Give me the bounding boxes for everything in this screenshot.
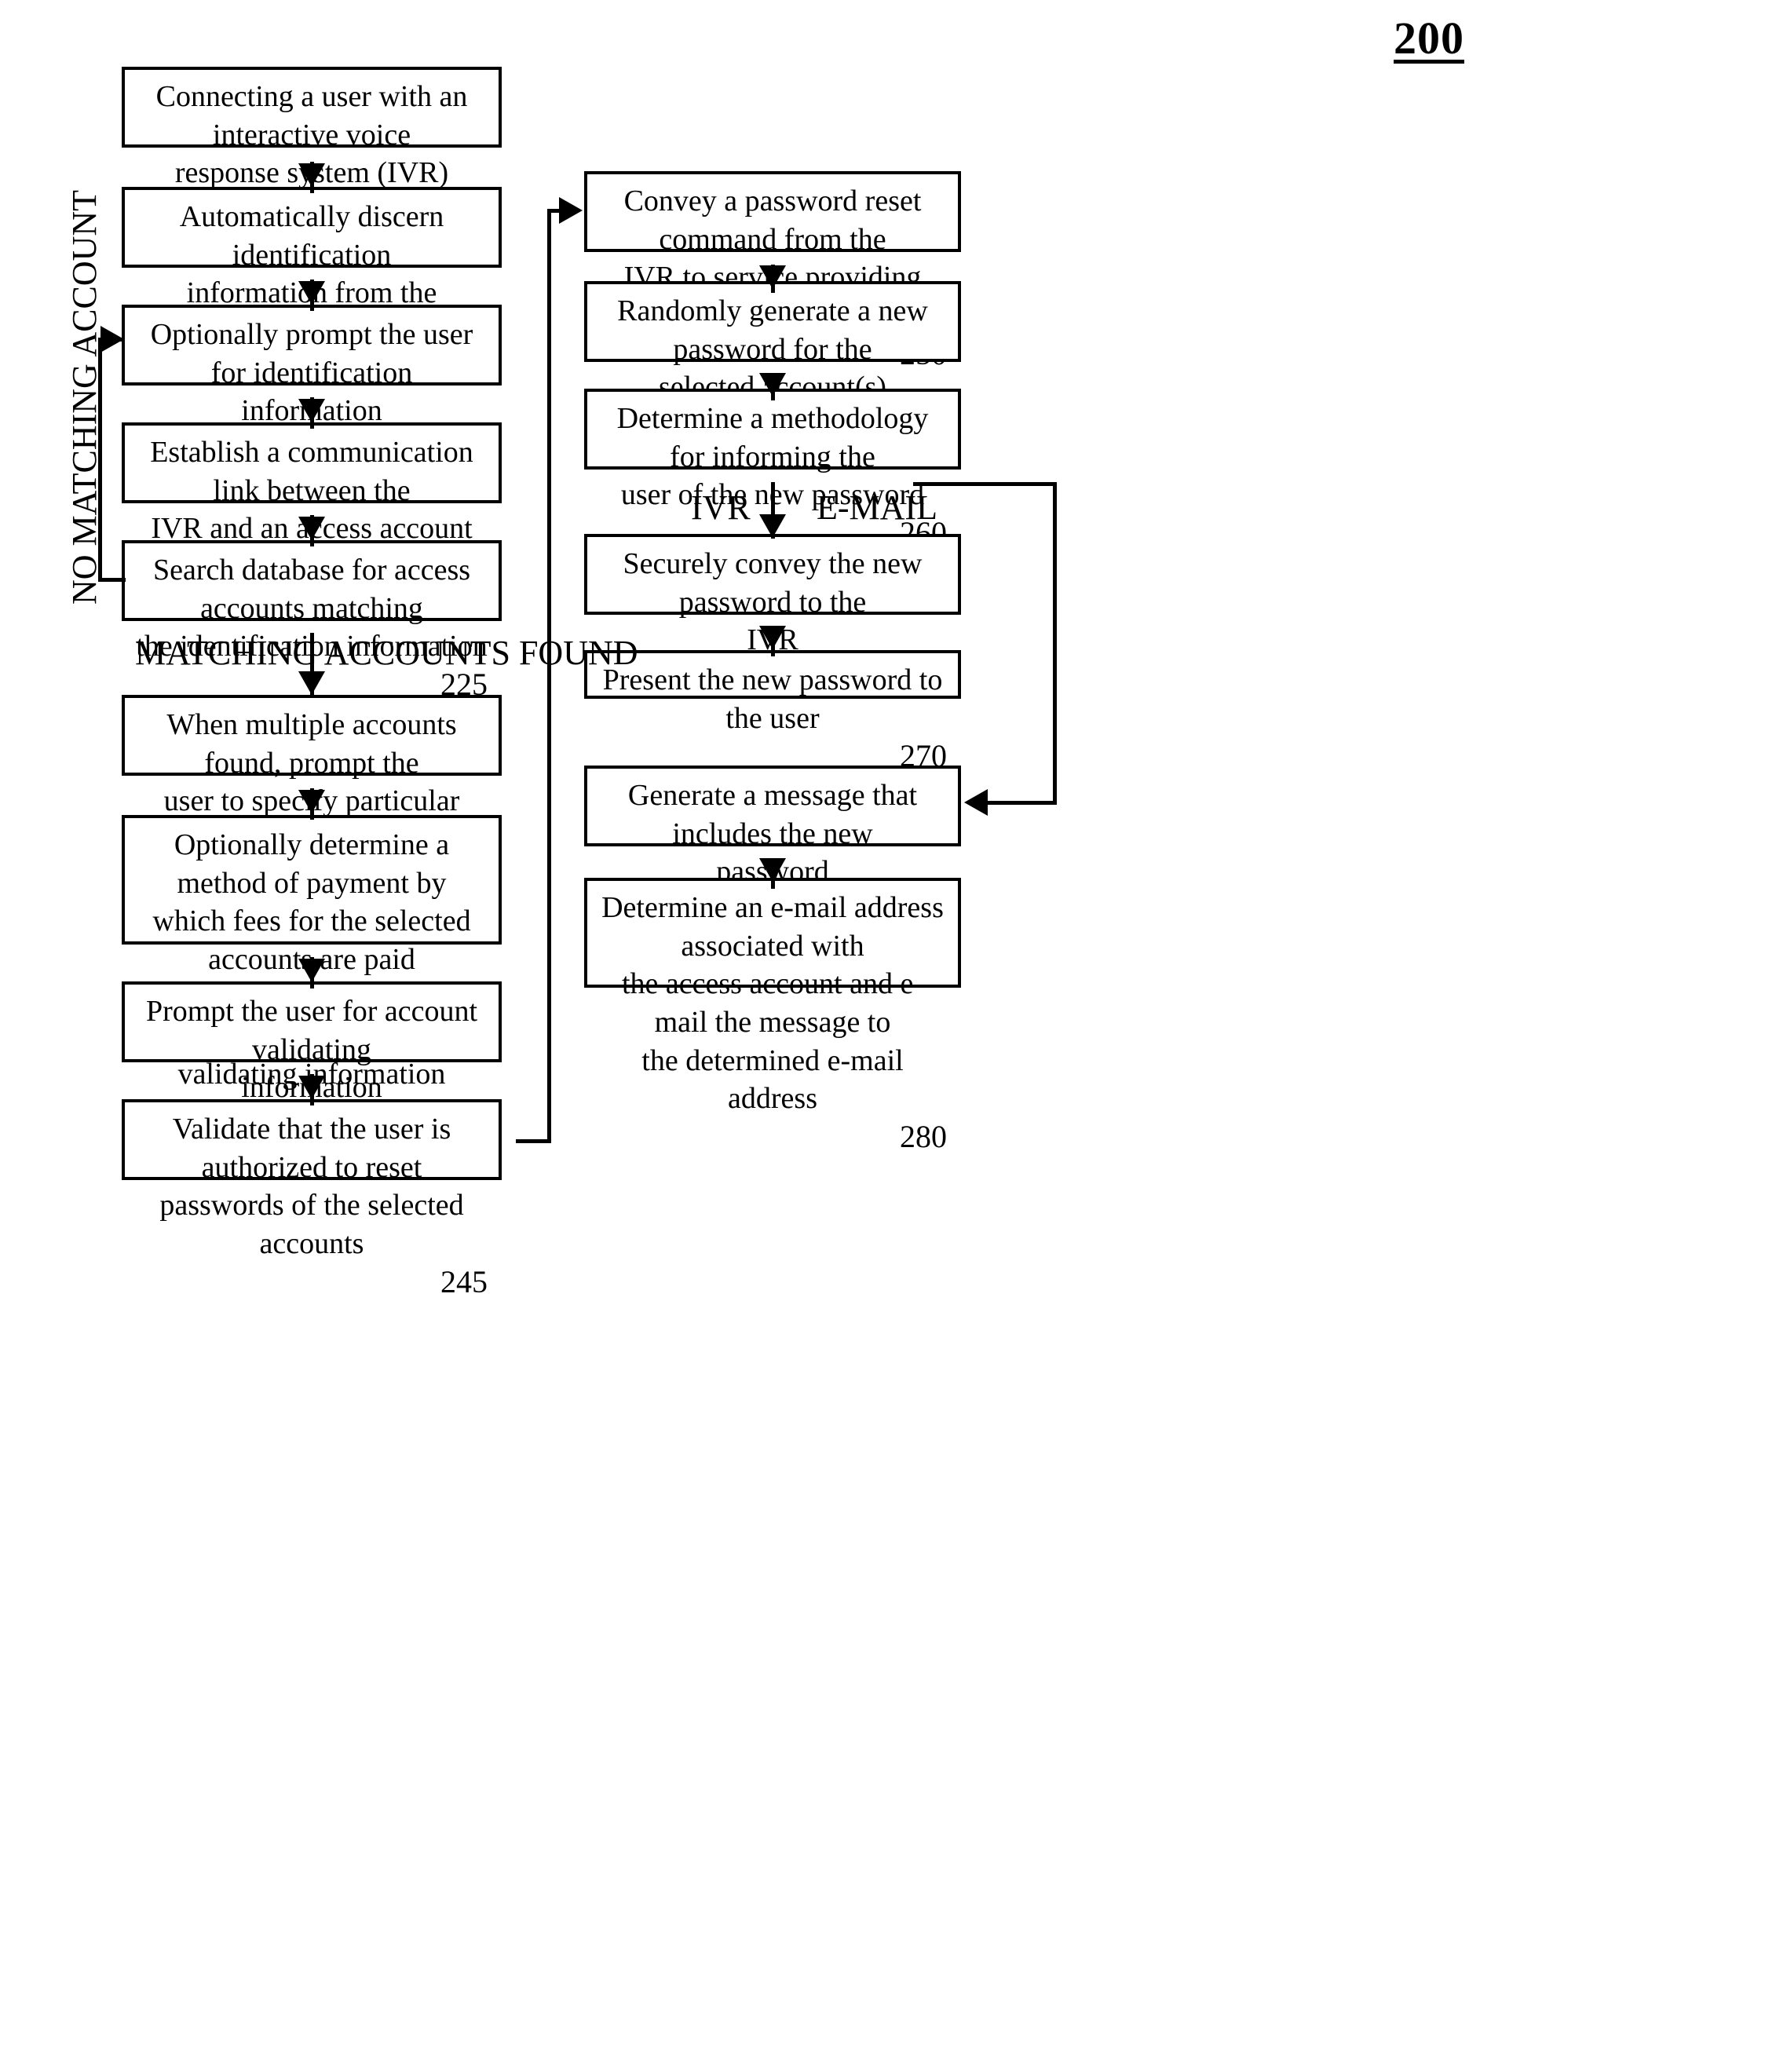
process-node-245: Validate that the user is authorized to …: [122, 1099, 513, 1299]
connector-235-240-arrowhead: [298, 959, 325, 982]
connector-230-235-arrowhead: [298, 790, 325, 813]
connector-245-250-vertical-segment: [547, 210, 551, 1141]
process-node-270-text: Present the new password to the user: [602, 663, 943, 735]
process-node-245-ref: 245: [440, 1263, 488, 1299]
edge-label-no-matching-account: NO MATCHING ACCOUNT: [65, 189, 104, 605]
feedback-loop-arrowhead: [100, 326, 124, 353]
connector-240-245-arrowhead: [298, 1076, 325, 1099]
edge-label-email: E-MAIL: [817, 488, 937, 527]
connector-245-250-bottom-segment: [516, 1139, 551, 1143]
connector-260-265-ivr-arrowhead: [759, 514, 786, 538]
connector-225-230-arrowhead: [298, 671, 325, 695]
process-node-280-text: Determine an e-mail address associated w…: [601, 891, 944, 1116]
connector-265-270-arrowhead: [759, 626, 786, 649]
figure-number: 200: [1394, 13, 1464, 64]
process-node-235: Optionally determine a method of payment…: [122, 815, 513, 1129]
edge-label-matching-accounts-found: MATCHING ACCOUNTS FOUND: [135, 634, 638, 672]
connector-215-220-arrowhead: [298, 399, 325, 422]
process-node-215: Optionally prompt the user for identific…: [122, 305, 513, 466]
process-node-205: Connecting a user with an interactive vo…: [122, 67, 513, 228]
connector-260-275-email-arrowhead: [964, 789, 988, 816]
connector-210-215-arrowhead: [298, 281, 325, 305]
process-node-255: Randomly generate a new password for the…: [584, 281, 972, 442]
edge-label-ivr: IVR: [691, 488, 751, 527]
connector-205-210-arrowhead: [298, 163, 325, 187]
process-node-225: Search database for access accounts matc…: [122, 540, 513, 701]
process-node-220: Establish a communication link between t…: [122, 422, 513, 622]
connector-260-275-email-vertical-segment: [1053, 482, 1057, 802]
process-node-280-ref: 280: [900, 1118, 947, 1154]
connector-250-255-arrowhead: [759, 265, 786, 289]
process-node-240: Prompt the user for account validating i…: [122, 981, 513, 1142]
process-node-260: Determine a methodology for informing th…: [584, 389, 972, 550]
process-node-280: Determine an e-mail address associated w…: [584, 878, 972, 1153]
connector-220-225-arrowhead: [298, 517, 325, 540]
process-node-270: Present the new password to the user 270: [584, 650, 972, 773]
patent-flowchart-figure: 200 Connecting a user with an interactiv…: [0, 0, 1765, 2072]
connector-245-250-arrowhead: [559, 197, 583, 224]
process-node-250: Convey a password reset command from the…: [584, 171, 972, 371]
connector-260-275-email-top-segment: [913, 482, 1057, 486]
process-node-275: Generate a message that includes the new…: [584, 766, 972, 926]
connector-275-280-arrowhead: [759, 858, 786, 882]
process-node-245-text: Validate that the user is authorized to …: [159, 1113, 464, 1260]
process-node-210: Automatically discern identification inf…: [122, 187, 513, 386]
process-node-265: Securely convey the new password to the …: [584, 534, 972, 695]
connector-255-260-arrowhead: [759, 373, 786, 396]
connector-260-275-email-bottom-segment: [988, 801, 1057, 805]
process-node-230: When multiple accounts found, prompt the…: [122, 695, 513, 894]
